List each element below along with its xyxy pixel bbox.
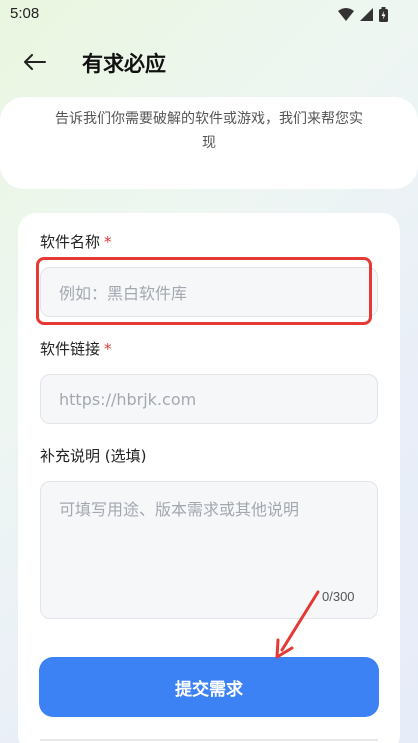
notes-label: 补充说明 (选填) <box>40 447 147 465</box>
status-bar: 5:08 <box>0 0 418 30</box>
software-name-label: 软件名称 * <box>40 232 112 252</box>
software-link-placeholder: https://hbrjk.com <box>59 389 197 409</box>
wifi-icon <box>338 8 354 21</box>
char-counter: 0/300 <box>322 589 355 604</box>
intro-card: 告诉我们你需要破解的软件或游戏，我们来帮您实现 <box>0 97 418 189</box>
status-time: 5:08 <box>10 5 40 22</box>
page-title: 有求必应 <box>82 52 166 76</box>
submit-button[interactable]: 提交需求 <box>39 657 379 717</box>
status-icons <box>338 7 388 22</box>
submit-button-label: 提交需求 <box>175 679 243 700</box>
software-name-label-text: 软件名称 <box>40 233 101 251</box>
divider <box>40 739 378 741</box>
intro-text: 告诉我们你需要破解的软件或游戏，我们来帮您实现 <box>55 111 363 151</box>
software-link-input[interactable]: https://hbrjk.com <box>40 374 378 424</box>
signal-icon <box>360 8 373 21</box>
back-button[interactable] <box>20 49 50 79</box>
software-link-label-text: 软件链接 <box>40 340 101 358</box>
arrow-left-icon <box>24 54 46 74</box>
required-mark: * <box>104 340 112 358</box>
software-link-label: 软件链接 * <box>40 339 112 359</box>
highlight-annotation <box>36 257 372 325</box>
notes-placeholder: 可填写用途、版本需求或其他说明 <box>59 500 300 519</box>
battery-icon <box>379 7 388 22</box>
required-mark: * <box>104 233 112 251</box>
